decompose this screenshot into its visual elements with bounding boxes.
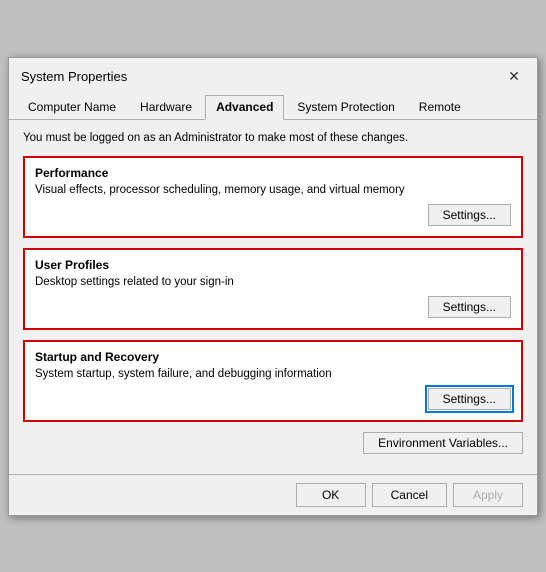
dialog-title: System Properties (21, 69, 127, 84)
performance-title: Performance (35, 166, 511, 180)
environment-variables-row: Environment Variables... (23, 432, 523, 454)
apply-button[interactable]: Apply (453, 483, 523, 507)
dialog-footer: OK Cancel Apply (9, 474, 537, 515)
tab-remote[interactable]: Remote (408, 95, 472, 120)
user-profiles-section: User Profiles Desktop settings related t… (23, 248, 523, 330)
tab-computer-name[interactable]: Computer Name (17, 95, 127, 120)
title-bar: System Properties ✕ (9, 58, 537, 88)
performance-section: Performance Visual effects, processor sc… (23, 156, 523, 238)
startup-recovery-section: Startup and Recovery System startup, sys… (23, 340, 523, 422)
tab-system-protection[interactable]: System Protection (286, 95, 405, 120)
tab-advanced[interactable]: Advanced (205, 95, 284, 120)
startup-recovery-footer: Settings... (35, 388, 511, 410)
tab-hardware[interactable]: Hardware (129, 95, 203, 120)
performance-footer: Settings... (35, 204, 511, 226)
user-profiles-footer: Settings... (35, 296, 511, 318)
user-profiles-title: User Profiles (35, 258, 511, 272)
admin-notice-text: You must be logged on as an Administrato… (23, 130, 523, 146)
ok-button[interactable]: OK (296, 483, 366, 507)
startup-recovery-settings-button[interactable]: Settings... (428, 388, 511, 410)
system-properties-dialog: System Properties ✕ Computer Name Hardwa… (8, 57, 538, 516)
performance-settings-button[interactable]: Settings... (428, 204, 511, 226)
startup-recovery-description: System startup, system failure, and debu… (35, 368, 511, 380)
environment-variables-button[interactable]: Environment Variables... (363, 432, 523, 454)
user-profiles-settings-button[interactable]: Settings... (428, 296, 511, 318)
startup-recovery-title: Startup and Recovery (35, 350, 511, 364)
performance-description: Visual effects, processor scheduling, me… (35, 184, 511, 196)
tab-strip: Computer Name Hardware Advanced System P… (9, 88, 537, 120)
user-profiles-description: Desktop settings related to your sign-in (35, 276, 511, 288)
cancel-button[interactable]: Cancel (372, 483, 447, 507)
tab-content: You must be logged on as an Administrato… (9, 120, 537, 474)
close-button[interactable]: ✕ (503, 66, 525, 88)
